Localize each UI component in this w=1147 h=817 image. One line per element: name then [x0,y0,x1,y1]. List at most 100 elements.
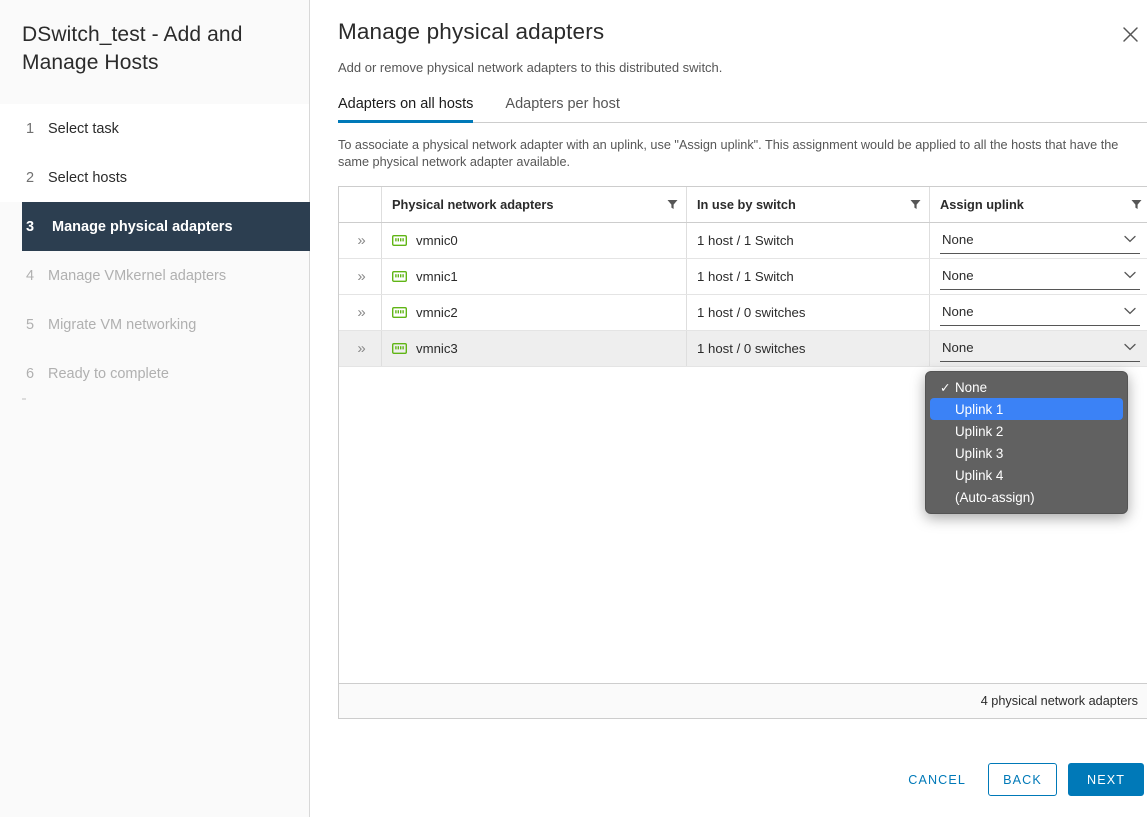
table-row[interactable]: » vmnic1 1 host / 1 Switch None [339,259,1147,295]
assign-uplink-cell: None [929,223,1147,258]
column-header-label: In use by switch [697,197,796,212]
adapter-name-cell: vmnic1 [381,259,686,294]
chevron-down-icon [1124,235,1136,243]
row-expand-cell[interactable]: » [339,331,381,366]
adapter-name-cell: vmnic3 [381,331,686,366]
assign-uplink-select[interactable]: None [940,228,1140,254]
step-number: 3 [26,219,52,235]
sidebar-step-manage-vmkernel-adapters: 4 Manage VMkernel adapters [0,251,309,300]
row-expand-cell[interactable]: » [339,295,381,330]
dropdown-option-label: Uplink 2 [955,424,1003,439]
page-title: Manage physical adapters [338,18,1147,46]
dropdown-option-uplink-4[interactable]: Uplink 4 [930,464,1123,486]
adapters-table: Physical network adapters In use by swit… [338,186,1147,719]
assign-uplink-value: None [942,340,974,355]
sidebar-step-manage-physical-adapters[interactable]: 3 Manage physical adapters [22,202,310,251]
table-body: » vmnic0 1 host / 1 Switch None [339,223,1147,683]
cancel-button[interactable]: CANCEL [886,763,988,796]
nic-card-icon [392,234,407,247]
in-use-by-switch-cell: 1 host / 1 Switch [686,259,929,294]
step-number: 2 [26,170,48,186]
dropdown-option-auto-assign[interactable]: (Auto-assign) [930,486,1123,508]
adapter-name: vmnic0 [416,233,458,248]
in-use-by-switch-cell: 1 host / 1 Switch [686,223,929,258]
dropdown-option-none[interactable]: ✓ None [930,376,1123,398]
dropdown-option-uplink-3[interactable]: Uplink 3 [930,442,1123,464]
adapter-name: vmnic3 [416,341,458,356]
double-chevron-right-icon[interactable]: » [349,268,373,285]
tab-bar: Adapters on all hosts Adapters per host [338,94,1147,123]
dropdown-option-label: Uplink 3 [955,446,1003,461]
wizard-title: DSwitch_test - Add and Manage Hosts [0,0,309,77]
filter-icon[interactable] [667,199,678,210]
nic-card-icon [392,270,407,283]
table-row[interactable]: » vmnic2 1 host / 0 switches None [339,295,1147,331]
adapter-count-label: 4 physical network adapters [981,694,1138,708]
step-number: 4 [26,268,48,284]
filter-icon[interactable] [1131,199,1142,210]
step-label: Manage VMkernel adapters [48,268,226,284]
assign-uplink-note: To associate a physical network adapter … [338,137,1138,171]
back-button[interactable]: BACK [988,763,1057,796]
column-header-handle [339,187,381,222]
sidebar-step-select-hosts[interactable]: 2 Select hosts [0,153,309,202]
column-header-label: Physical network adapters [392,197,553,212]
assign-uplink-cell: None [929,259,1147,294]
assign-uplink-cell: None [929,295,1147,330]
adapter-name: vmnic1 [416,269,458,284]
dropdown-option-label: None [955,380,987,395]
nic-card-icon [392,342,407,355]
step-label: Migrate VM networking [48,317,196,333]
row-expand-cell[interactable]: » [339,259,381,294]
tab-adapters-on-all-hosts[interactable]: Adapters on all hosts [338,96,473,123]
assign-uplink-select[interactable]: None [940,264,1140,290]
close-icon[interactable] [1115,19,1145,49]
dropdown-option-label: (Auto-assign) [955,490,1035,505]
next-button[interactable]: NEXT [1068,763,1144,796]
assign-uplink-value: None [942,304,974,319]
table-row[interactable]: » vmnic3 1 host / 0 switches None [339,331,1147,367]
step-label: Ready to complete [48,366,169,382]
table-footer: 4 physical network adapters [339,683,1147,718]
dropdown-option-uplink-1[interactable]: Uplink 1 [930,398,1123,420]
assign-uplink-value: None [942,268,974,283]
chevron-down-icon [1124,307,1136,315]
sidebar-step-migrate-vm-networking: 5 Migrate VM networking [0,300,309,349]
double-chevron-right-icon[interactable]: » [349,232,373,249]
wizard-dialog: DSwitch_test - Add and Manage Hosts 1 Se… [0,0,1147,817]
wizard-content: Manage physical adapters Add or remove p… [310,0,1147,817]
table-row[interactable]: » vmnic0 1 host / 1 Switch None [339,223,1147,259]
step-label: Select hosts [48,170,127,186]
adapter-name-cell: vmnic2 [381,295,686,330]
filter-icon[interactable] [910,199,921,210]
dropdown-option-uplink-2[interactable]: Uplink 2 [930,420,1123,442]
step-label: Manage physical adapters [52,219,233,235]
row-expand-cell[interactable]: » [339,223,381,258]
checkmark-icon: ✓ [940,380,955,395]
dropdown-option-label: Uplink 4 [955,468,1003,483]
adapter-name: vmnic2 [416,305,458,320]
chevron-down-icon [1124,343,1136,351]
column-header-assign-uplink[interactable]: Assign uplink [929,187,1147,222]
sidebar-step-select-task[interactable]: 1 Select task [0,104,309,153]
column-header-in-use-by-switch[interactable]: In use by switch [686,187,929,222]
assign-uplink-cell: None [929,331,1147,366]
assign-uplink-select[interactable]: None [940,300,1140,326]
wizard-steps: 1 Select task 2 Select hosts 3 Manage ph… [0,104,309,398]
assign-uplink-select[interactable]: None [940,336,1140,362]
step-label: Select task [48,121,119,137]
column-header-label: Assign uplink [940,197,1024,212]
adapter-name-cell: vmnic0 [381,223,686,258]
column-header-physical-network-adapters[interactable]: Physical network adapters [381,187,686,222]
double-chevron-right-icon[interactable]: » [349,304,373,321]
tab-adapters-per-host[interactable]: Adapters per host [505,96,619,123]
table-header-row: Physical network adapters In use by swit… [339,187,1147,223]
assign-uplink-dropdown-menu[interactable]: ✓ None Uplink 1 Uplink 2 [925,371,1128,514]
assign-uplink-value: None [942,232,974,247]
in-use-by-switch-cell: 1 host / 0 switches [686,331,929,366]
chevron-down-icon [1124,271,1136,279]
double-chevron-right-icon[interactable]: » [349,340,373,357]
dialog-actions: CANCEL BACK NEXT [886,763,1147,796]
wizard-sidebar: DSwitch_test - Add and Manage Hosts 1 Se… [0,0,310,817]
in-use-by-switch-cell: 1 host / 0 switches [686,295,929,330]
